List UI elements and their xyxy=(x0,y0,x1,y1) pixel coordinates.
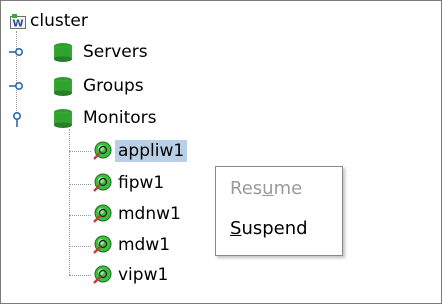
menu-item-resume[interactable]: Resume xyxy=(230,177,302,201)
tree-item-label: vipw1 xyxy=(118,265,169,285)
context-menu: Resume Suspend xyxy=(215,166,343,256)
menu-mnemonic: S xyxy=(230,218,242,239)
menu-mnemonic: u xyxy=(262,178,274,199)
cluster-icon: W xyxy=(10,14,26,30)
tree-item-label: appliw1 xyxy=(115,140,188,162)
tree-line xyxy=(69,275,91,276)
tree-item-monitor-vipw1[interactable]: vipw1 xyxy=(91,260,171,290)
tree-item-label: mdnw1 xyxy=(118,204,181,224)
folder-icon xyxy=(54,43,72,62)
tree-item-label: fipw1 xyxy=(118,173,165,193)
tree-root-cluster[interactable]: W cluster xyxy=(7,6,91,36)
tree-item-monitor-appliw1[interactable]: appliw1 xyxy=(91,136,188,166)
tree-item-label: Servers xyxy=(83,42,148,62)
tree-item-groups[interactable]: Groups xyxy=(9,71,147,101)
folder-icon xyxy=(54,109,72,128)
monitor-status-icon xyxy=(93,141,112,160)
tree-line xyxy=(69,151,91,152)
tree-item-label: mdw1 xyxy=(118,235,171,255)
tree-item-servers[interactable]: Servers xyxy=(9,37,151,67)
tree-item-label: Groups xyxy=(83,76,144,96)
expand-toggle-icon[interactable] xyxy=(9,47,23,57)
tree-item-monitor-mdw1[interactable]: mdw1 xyxy=(91,230,173,260)
tree-line xyxy=(69,246,91,247)
tree-line xyxy=(69,184,91,185)
monitor-status-icon xyxy=(93,204,112,223)
monitor-status-icon xyxy=(93,265,112,284)
collapse-toggle-icon[interactable] xyxy=(11,111,23,127)
tree-item-monitors[interactable]: Monitors xyxy=(9,103,159,133)
monitor-status-icon xyxy=(93,235,112,254)
monitor-status-icon xyxy=(93,173,112,192)
tree-item-monitor-fipw1[interactable]: fipw1 xyxy=(91,168,167,198)
expand-toggle-icon[interactable] xyxy=(9,81,23,91)
svg-text:W: W xyxy=(12,19,23,30)
folder-icon xyxy=(54,77,72,96)
tree-item-monitor-mdnw1[interactable]: mdnw1 xyxy=(91,199,184,229)
cluster-tree-panel: W cluster Servers Groups Monitors appliw… xyxy=(0,0,442,304)
tree-line xyxy=(69,215,91,216)
menu-item-suspend[interactable]: Suspend xyxy=(230,217,308,241)
tree-root-label: cluster xyxy=(30,11,88,31)
tree-item-label: Monitors xyxy=(83,108,157,128)
